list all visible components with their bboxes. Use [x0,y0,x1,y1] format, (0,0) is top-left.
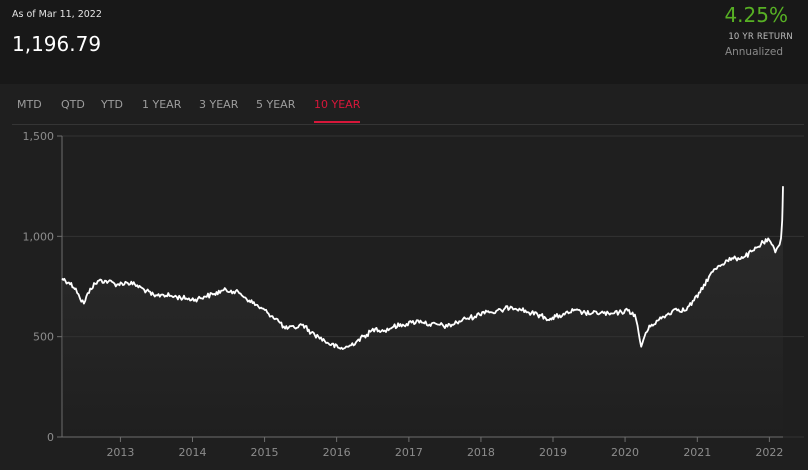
y-tick-label: 1,500 [23,130,55,143]
y-tick-label: 0 [47,431,54,444]
x-tick-label: 2014 [178,446,206,459]
x-tick-label: 2016 [323,446,351,459]
x-tick-label: 2015 [251,446,279,459]
x-tick-label: 2017 [395,446,423,459]
x-tick-label: 2021 [683,446,711,459]
x-tick-label: 2022 [755,446,783,459]
y-tick-label: 500 [33,331,54,344]
x-tick-label: 2018 [467,446,495,459]
area-fill [62,186,783,437]
y-tick-label: 1,000 [23,230,55,243]
x-tick-label: 2019 [539,446,567,459]
x-tick-label: 2020 [611,446,639,459]
performance-line-chart: 0 500 1,000 1,500 2013 2014 2015 2016 2017 2018 20… [23,130,804,459]
x-tick-label: 2013 [106,446,134,459]
